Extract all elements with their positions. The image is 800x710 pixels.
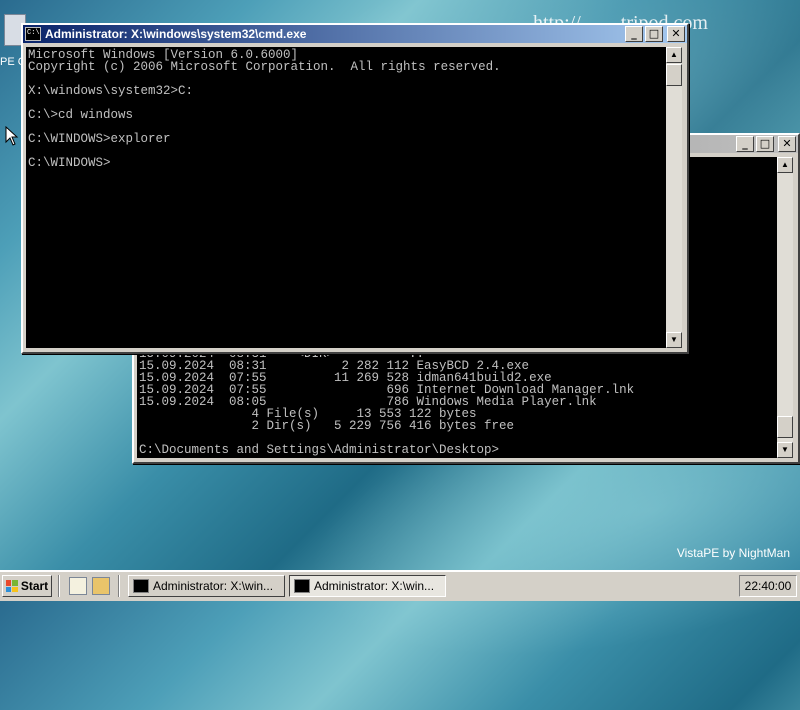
scroll-down-button[interactable]: ▼: [666, 332, 682, 348]
taskbar-separator: [118, 575, 120, 597]
windows-logo-icon: [5, 580, 18, 592]
cmd-icon: [294, 579, 310, 593]
taskbar-button-label: Administrator: X:\win...: [153, 579, 274, 593]
scroll-up-button[interactable]: ▲: [777, 157, 793, 173]
cmd-window-front[interactable]: Administrator: X:\windows\system32\cmd.e…: [21, 23, 689, 354]
scroll-up-button[interactable]: ▲: [666, 47, 682, 63]
vertical-scrollbar[interactable]: ▲ ▼: [666, 47, 682, 348]
cmd-icon: [25, 27, 41, 41]
scroll-thumb[interactable]: [777, 416, 793, 438]
taskbar-button-label: Administrator: X:\win...: [314, 579, 435, 593]
window-title: Administrator: X:\windows\system32\cmd.e…: [45, 27, 307, 41]
minimize-button[interactable]: _: [736, 136, 754, 152]
scroll-down-button[interactable]: ▼: [777, 442, 793, 458]
vistape-brand: VistaPE by NightMan: [676, 546, 790, 560]
system-tray-clock[interactable]: 22:40:00: [739, 575, 797, 597]
taskbar-separator: [58, 575, 60, 597]
title-bar[interactable]: Administrator: X:\windows\system32\cmd.e…: [23, 25, 687, 43]
mouse-pointer-icon: [5, 126, 19, 146]
console-line: 2 Dir(s) 5 229 756 416 bytes free: [139, 419, 515, 433]
maximize-button[interactable]: □: [645, 26, 663, 42]
taskbar-button-cmd[interactable]: Administrator: X:\win...: [289, 575, 446, 597]
scroll-thumb[interactable]: [666, 64, 682, 86]
console-line: C:\>cd windows: [28, 108, 134, 122]
start-label: Start: [20, 579, 49, 593]
start-button[interactable]: Start: [2, 575, 52, 597]
taskbar: Start Administrator: X:\win... Administra…: [0, 570, 800, 601]
console-line: C:\Documents and Settings\Administrator\…: [139, 443, 500, 457]
minimize-button[interactable]: _: [625, 26, 643, 42]
close-button[interactable]: ✕: [667, 26, 685, 42]
console-output[interactable]: Microsoft Windows [Version 6.0.6000] Copy…: [26, 47, 666, 348]
console-line: Copyright (c) 2006 Microsoft Corporation…: [28, 60, 501, 74]
quick-launch-explorer-icon[interactable]: [92, 577, 110, 595]
cmd-icon: [133, 579, 149, 593]
console-line: X:\windows\system32>C:: [28, 84, 194, 98]
vertical-scrollbar[interactable]: ▲ ▼: [777, 157, 793, 458]
console-line: C:\WINDOWS>explorer: [28, 132, 171, 146]
console-line: C:\WINDOWS>: [28, 156, 111, 170]
maximize-button[interactable]: □: [756, 136, 774, 152]
taskbar-button-cmd[interactable]: Administrator: X:\win...: [128, 575, 285, 597]
quick-launch-notepad-icon[interactable]: [69, 577, 87, 595]
close-button[interactable]: ✕: [778, 136, 796, 152]
